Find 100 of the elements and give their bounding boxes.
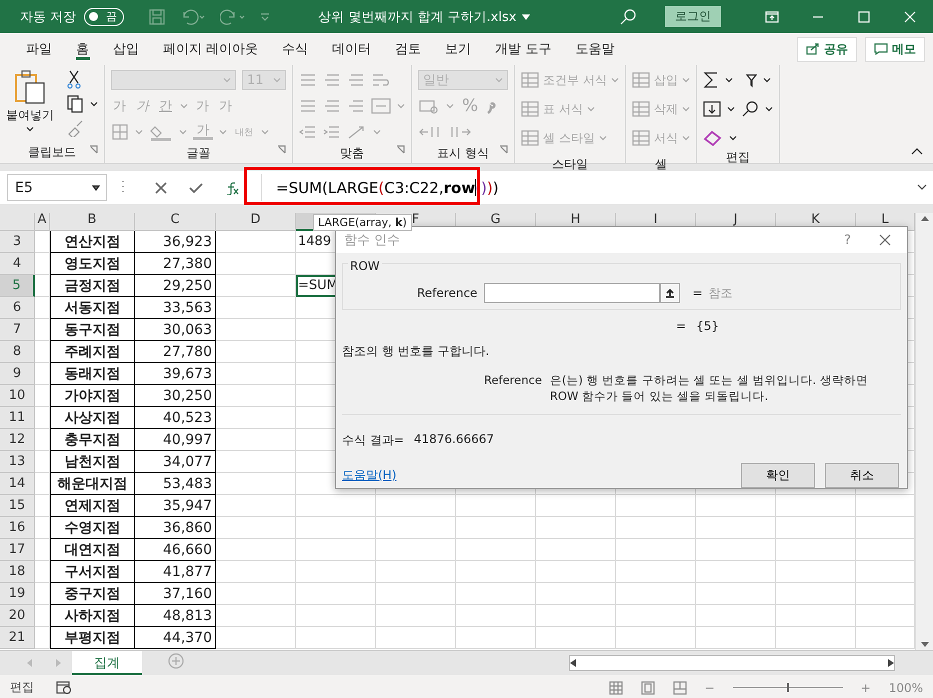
row-header[interactable]: 4 (0, 253, 35, 275)
caret-icon[interactable] (762, 77, 771, 83)
share-button[interactable]: 공유 (797, 36, 857, 62)
scroll-down-icon[interactable] (920, 642, 928, 648)
table-cell: 대연지점 (50, 539, 135, 561)
row-header[interactable]: 19 (0, 583, 35, 605)
table-cell: 37,160 (135, 583, 216, 605)
select-all-button[interactable] (0, 213, 35, 231)
table-cell: 주례지점 (50, 341, 135, 363)
row-header[interactable]: 6 (0, 297, 35, 319)
row-header[interactable]: 7 (0, 319, 35, 341)
customize-icon[interactable] (260, 12, 270, 22)
help-button[interactable]: ? (844, 232, 851, 248)
expand-icon[interactable] (917, 183, 927, 191)
login-button[interactable]: 로그인 (665, 6, 721, 27)
row-header[interactable]: 14 (0, 473, 35, 495)
row-header[interactable]: 13 (0, 451, 35, 473)
menu-tab[interactable]: 페이지 레이아웃 (151, 33, 270, 65)
caret-icon[interactable] (26, 126, 34, 132)
row-header[interactable]: 15 (0, 495, 35, 517)
maximize-icon[interactable] (858, 10, 870, 22)
dialog-launcher-icon[interactable] (89, 145, 98, 154)
normal-view-icon[interactable] (608, 680, 623, 694)
row-header[interactable]: 20 (0, 605, 35, 627)
row-header[interactable]: 5 (0, 275, 35, 297)
collapse-ribbon-icon[interactable] (911, 147, 923, 155)
table-cell: 충무지점 (50, 429, 135, 451)
sum-icon[interactable] (702, 71, 719, 89)
share-icon[interactable] (806, 43, 820, 55)
menu-tab[interactable]: 삽입 (101, 33, 151, 65)
ribbon-group-label: 표시 형식 (437, 144, 489, 162)
caret-icon[interactable] (728, 135, 737, 141)
row-header[interactable]: 3 (0, 231, 35, 253)
function-icon[interactable] (225, 180, 239, 194)
fill-down-icon[interactable] (702, 101, 721, 117)
menu-tab[interactable]: 데이터 (320, 33, 384, 65)
row-header[interactable]: 17 (0, 539, 35, 561)
close-icon[interactable] (879, 234, 891, 246)
scissors-icon[interactable] (66, 69, 82, 89)
add-sheet-icon[interactable] (168, 653, 184, 669)
horizontal-scrollbar[interactable] (569, 655, 895, 671)
caret-icon[interactable] (90, 101, 98, 107)
row-header[interactable]: 16 (0, 517, 35, 539)
row-header[interactable]: 18 (0, 561, 35, 583)
scroll-left-icon[interactable] (570, 659, 576, 667)
menu-tab[interactable]: 보기 (433, 33, 484, 65)
autosave-toggle[interactable]: 끔 (84, 8, 124, 26)
name-box[interactable]: E5 (7, 174, 107, 201)
menu-tab[interactable]: 개발 도구 (483, 33, 564, 65)
next-sheet-icon[interactable] (54, 658, 62, 666)
upload-arrow-icon (665, 288, 676, 298)
grid-cell (35, 407, 50, 429)
grid-cell (35, 495, 50, 517)
page-break-icon[interactable] (672, 680, 687, 694)
macro-record-icon[interactable] (56, 680, 72, 694)
row-header[interactable]: 11 (0, 407, 35, 429)
scroll-right-icon[interactable] (888, 659, 894, 667)
cancel-button[interactable]: 취소 (825, 463, 899, 488)
menu-tab[interactable]: 홈 (64, 33, 101, 65)
menu-tab[interactable]: 검토 (383, 33, 434, 65)
page-layout-icon[interactable] (640, 680, 655, 694)
argument-field[interactable] (484, 283, 660, 303)
column-header[interactable]: A (35, 213, 50, 231)
caret-icon[interactable] (92, 184, 100, 190)
ribbon-display-icon[interactable] (765, 10, 779, 22)
row-header[interactable]: 12 (0, 429, 35, 451)
memo-button[interactable]: 메모 (865, 36, 925, 62)
function-tooltip: LARGE(array, k) (313, 214, 412, 231)
caret-icon[interactable] (726, 106, 735, 112)
redo-icon[interactable] (220, 8, 246, 24)
copy-icon[interactable] (66, 94, 84, 114)
row-header[interactable]: 10 (0, 385, 35, 407)
previous-sheet-icon[interactable] (26, 658, 34, 666)
caret-icon[interactable] (764, 106, 773, 112)
zoom-slider-thumb[interactable] (786, 683, 789, 692)
save-icon[interactable] (148, 8, 166, 26)
help-link[interactable]: 도움말(H) (342, 467, 396, 484)
comment-icon[interactable] (874, 43, 888, 55)
search-icon[interactable] (740, 100, 759, 118)
menu-tab[interactable]: 파일 (14, 33, 64, 65)
ok-button[interactable]: 확인 (741, 463, 815, 488)
grid-cell (35, 429, 50, 451)
table-cell: 40,523 (135, 407, 216, 429)
sheet-tab[interactable]: 집계 (72, 651, 142, 675)
column-header[interactable]: D (216, 213, 296, 231)
eraser-icon[interactable] (702, 130, 723, 146)
paste-button[interactable]: 붙여넣기 (6, 69, 54, 141)
row-header[interactable]: 8 (0, 341, 35, 363)
menu-tab[interactable]: 수식 (270, 33, 320, 65)
column-header[interactable]: C (135, 213, 216, 231)
row-header[interactable]: 21 (0, 627, 35, 649)
column-header[interactable]: B (50, 213, 135, 231)
row-header[interactable]: 9 (0, 363, 35, 385)
collapse-button[interactable] (660, 283, 680, 303)
brush-icon[interactable] (66, 119, 84, 137)
scroll-up-icon[interactable] (920, 215, 928, 221)
menu-tab[interactable]: 도움말 (563, 33, 626, 65)
cancel-icon[interactable] (155, 182, 167, 194)
caret-icon[interactable] (724, 77, 733, 83)
check-icon[interactable] (189, 182, 203, 194)
